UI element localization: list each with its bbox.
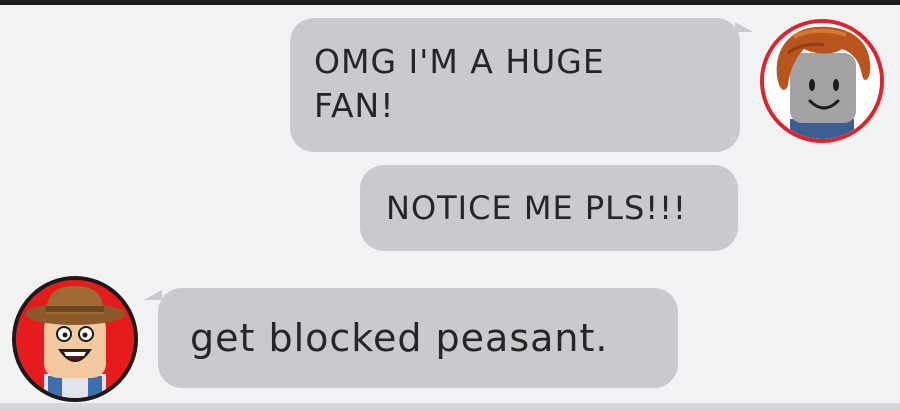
- bacon-hair-avatar-graphic: [764, 23, 880, 139]
- message-text: NOTICE ME PLS!!!: [386, 189, 687, 227]
- bubble-tail-left: [144, 290, 162, 300]
- bacon-hair-avatar-icon[interactable]: [760, 19, 884, 143]
- top-divider: [0, 0, 900, 5]
- cowboy-hat-avatar-icon[interactable]: [12, 276, 138, 402]
- cowboy-hat-avatar-graphic: [16, 280, 134, 398]
- message-bubble-outgoing: OMG I'M A HUGE FAN!: [290, 18, 740, 152]
- message-text: OMG I'M A HUGE FAN!: [314, 42, 605, 125]
- message-text: get blocked peasant.: [190, 316, 609, 360]
- message-bubble-outgoing: NOTICE ME PLS!!!: [360, 165, 738, 251]
- message-bubble-incoming: get blocked peasant.: [158, 288, 678, 388]
- bubble-tail-right: [735, 22, 753, 32]
- bottom-edge: [0, 403, 900, 411]
